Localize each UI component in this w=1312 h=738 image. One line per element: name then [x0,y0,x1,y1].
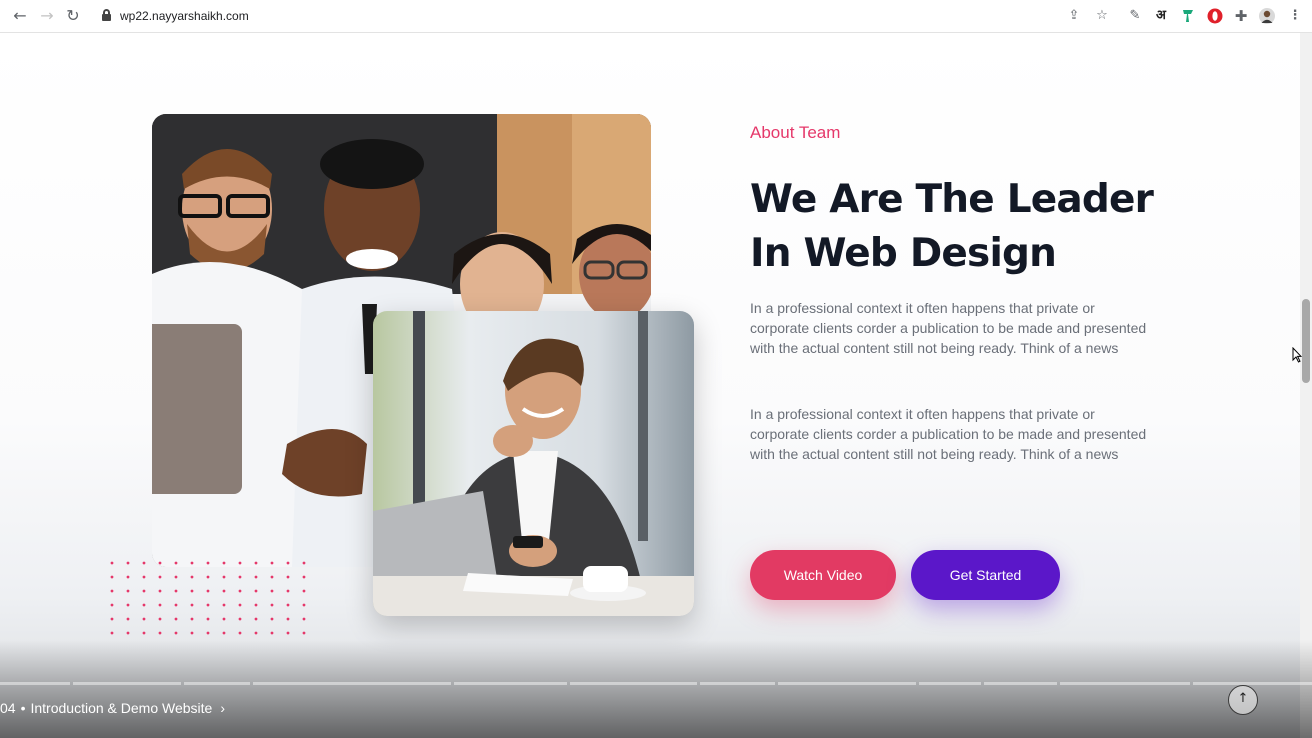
eyedropper-icon[interactable]: ✎ [1127,8,1143,24]
chapter-segment[interactable] [184,682,250,685]
chapter-segment[interactable] [1060,682,1190,685]
chapter-progress-bar[interactable] [0,682,1312,685]
chapter-segment[interactable] [700,682,775,685]
menu-icon[interactable]: ⋮ [1287,8,1303,24]
video-controls-gradient [0,640,1312,738]
scrollbar-thumb[interactable] [1302,299,1310,383]
chapter-segment[interactable] [73,682,181,685]
dot-pattern [108,559,318,639]
chapter-segment[interactable] [778,682,916,685]
puzzle-icon[interactable]: ✚ [1233,8,1249,24]
back-icon[interactable]: ← [10,6,30,26]
section-eyebrow: About Team [750,123,841,142]
arrow-up-icon: ↑ [1237,691,1249,706]
url-text[interactable]: wp22.nayyarshaikh.com [120,9,249,23]
about-paragraph-2: In a professional context it often happe… [750,406,1147,462]
watch-video-button[interactable]: Watch Video [750,550,896,600]
share-icon[interactable]: ⇪ [1066,8,1082,24]
chevron-right-icon: › [220,700,225,716]
chapter-segment[interactable] [454,682,567,685]
mouse-cursor-icon [1292,347,1302,363]
lock-icon[interactable] [102,9,111,21]
chapter-segment[interactable] [0,682,70,685]
bookmark-star-icon[interactable]: ☆ [1094,8,1110,24]
chapter-segment[interactable] [1193,682,1312,685]
chapter-title-text: Introduction & Demo Website [30,700,213,716]
video-chapter-title[interactable]: 04 • Introduction & Demo Website › [0,700,225,716]
page-title: We Are The Leader In Web Design [750,173,1170,281]
reload-icon[interactable]: ↻ [63,6,83,26]
hindi-input-icon[interactable]: अ [1153,8,1169,24]
profile-avatar-icon[interactable] [1259,8,1275,24]
page-scrollbar[interactable] [1300,33,1312,738]
browser-toolbar: ← → ↻ wp22.nayyarshaikh.com ⇪ ☆ ✎ अ ✚ ⋮ [0,0,1312,33]
chapter-separator: • [20,700,26,716]
headline-line-2: In Web Design [750,231,1057,276]
about-section: About Team We Are The Leader In Web Desi… [0,33,1300,738]
opera-icon[interactable] [1207,8,1223,24]
forward-icon[interactable]: → [37,6,57,26]
chapter-segment[interactable] [919,682,981,685]
chapter-segment[interactable] [570,682,697,685]
chapter-number: 04 [0,700,16,716]
get-started-button[interactable]: Get Started [911,550,1060,600]
headline-line-1: We Are The Leader [750,177,1154,222]
chapter-segment[interactable] [253,682,451,685]
address-bar[interactable]: wp22.nayyarshaikh.com [92,4,1120,29]
extension-icon[interactable] [1180,8,1196,24]
about-paragraph-1: In a professional context it often happe… [750,300,1147,356]
chapter-segment[interactable] [984,682,1057,685]
businessman-photo [373,311,694,616]
scroll-to-top-button[interactable]: ↑ [1228,685,1258,715]
